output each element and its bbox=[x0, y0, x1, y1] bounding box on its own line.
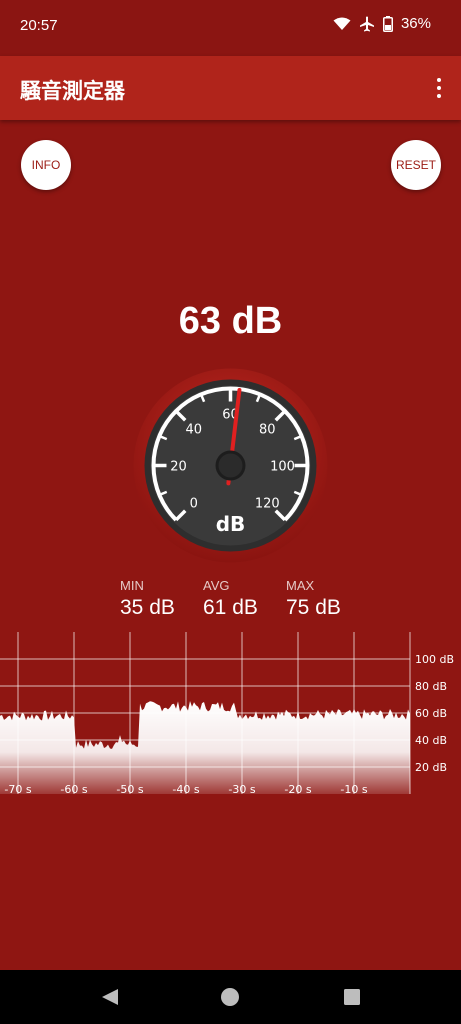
graph-x-label: -20 s bbox=[284, 783, 311, 796]
graph-x-label: -40 s bbox=[172, 783, 199, 796]
gauge-tick-label: 100 bbox=[270, 460, 295, 475]
stat-max: MAX 75 dB bbox=[286, 578, 341, 620]
gauge-tick-label: 80 bbox=[259, 423, 276, 438]
stat-avg-label: AVG bbox=[203, 578, 230, 593]
status-time: 20:57 bbox=[20, 17, 58, 34]
airplane-icon bbox=[359, 16, 374, 31]
graph-x-label: -60 s bbox=[60, 783, 87, 796]
battery-percent: 36% bbox=[400, 15, 431, 32]
status-bar: 20:57 36% bbox=[0, 0, 461, 56]
stat-max-value: 75 dB bbox=[286, 596, 341, 619]
app-bar: 騒音測定器 bbox=[0, 56, 461, 120]
recents-icon[interactable] bbox=[342, 987, 362, 1007]
graph-y-label: 80 dB bbox=[415, 680, 447, 693]
stat-min-label: MIN bbox=[120, 578, 144, 593]
graph-y-label: 20 dB bbox=[415, 761, 447, 774]
navigation-bar bbox=[0, 970, 461, 1024]
stat-min: MIN 35 dB bbox=[120, 578, 175, 620]
info-button[interactable]: INFO bbox=[21, 140, 71, 190]
stat-avg: AVG 61 dB bbox=[203, 578, 258, 620]
gauge: 0 20 40 60 80 100 120 dB bbox=[133, 368, 328, 563]
stat-min-value: 35 dB bbox=[120, 596, 175, 619]
graph-x-label: -30 s bbox=[228, 783, 255, 796]
graph-y-label: 100 dB bbox=[415, 653, 454, 666]
current-reading: 63 dB bbox=[178, 300, 283, 342]
overflow-menu-icon[interactable] bbox=[431, 74, 447, 102]
graph-y-labels: 100 dB 80 dB 60 dB 40 dB 20 dB bbox=[415, 653, 454, 774]
graph-x-label: -70 s bbox=[4, 783, 31, 796]
app-title: 騒音測定器 bbox=[20, 79, 125, 103]
back-icon[interactable] bbox=[100, 987, 120, 1007]
stat-avg-value: 61 dB bbox=[203, 596, 258, 619]
reset-button[interactable]: RESET bbox=[391, 140, 441, 190]
graph-y-label: 40 dB bbox=[415, 734, 447, 747]
battery-icon bbox=[382, 15, 393, 32]
graph-x-label: -10 s bbox=[340, 783, 367, 796]
history-graph: 100 dB 80 dB 60 dB 40 dB 20 dB -70 s -60… bbox=[0, 632, 454, 796]
home-icon[interactable] bbox=[220, 987, 240, 1007]
gauge-unit: dB bbox=[216, 512, 246, 536]
gauge-tick-label: 0 bbox=[190, 496, 198, 511]
graph-x-label: -50 s bbox=[116, 783, 143, 796]
gauge-tick-label: 20 bbox=[170, 460, 187, 475]
gauge-tick-label: 120 bbox=[255, 496, 280, 511]
status-icons: 36% bbox=[333, 15, 431, 32]
gauge-tick-label: 40 bbox=[185, 423, 202, 438]
graph-y-label: 60 dB bbox=[415, 707, 447, 720]
wifi-icon bbox=[333, 17, 351, 30]
stat-max-label: MAX bbox=[286, 578, 315, 593]
graph-area bbox=[0, 700, 410, 794]
